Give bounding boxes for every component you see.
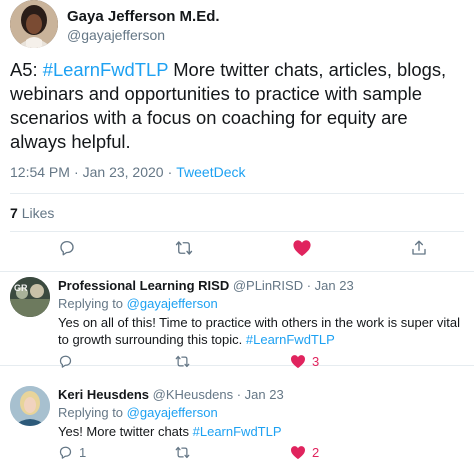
reply-author-handle[interactable]: @KHeusdens <box>153 387 233 402</box>
reply-date[interactable]: Jan 23 <box>315 278 354 293</box>
reply-actions: 1 2 <box>58 445 408 460</box>
hashtag-link[interactable]: #LearnFwdTLP <box>193 424 282 439</box>
tweet-time[interactable]: 12:54 PM <box>10 164 70 180</box>
reply-avatar[interactable] <box>10 386 50 426</box>
author-avatar[interactable] <box>10 0 58 48</box>
reply-icon <box>60 240 74 256</box>
reply-header: Professional Learning RISD @PLinRISD · J… <box>58 278 354 293</box>
reply-tweet[interactable]: GR Professional Learning RISD @PLinRISD … <box>0 272 474 369</box>
author-handle[interactable]: @gayajefferson <box>67 27 165 43</box>
divider <box>10 231 464 232</box>
retweet-icon <box>175 446 190 459</box>
svg-text:GR: GR <box>14 283 28 293</box>
reply-header: Keri Heusdens @KHeusdens · Jan 23 <box>58 387 284 402</box>
heart-icon <box>293 240 311 257</box>
reply-icon <box>59 446 72 459</box>
replying-to: Replying to @gayajefferson <box>58 296 218 311</box>
reply-text-body: Yes! More twitter chats <box>58 424 193 439</box>
tweet-date[interactable]: Jan 23, 2020 <box>83 164 164 180</box>
likes-count: 7 <box>10 205 18 221</box>
like-count: 2 <box>312 445 320 460</box>
reply-button[interactable] <box>58 239 76 257</box>
reply-avatar[interactable]: GR <box>10 277 50 317</box>
tweet-source[interactable]: TweetDeck <box>176 164 245 180</box>
retweet-button[interactable] <box>174 239 194 257</box>
replying-handle[interactable]: @gayajefferson <box>127 296 218 311</box>
tweet-actions <box>58 239 428 257</box>
reply-author-name[interactable]: Keri Heusdens <box>58 387 149 402</box>
reply-button[interactable]: 1 <box>58 445 174 460</box>
header-dot: · <box>233 387 245 402</box>
hashtag-link[interactable]: #LearnFwdTLP <box>246 332 335 347</box>
replying-label: Replying to <box>58 296 124 311</box>
tweet-meta: 12:54 PM · Jan 23, 2020 · TweetDeck <box>10 164 246 180</box>
hashtag-link[interactable]: #LearnFwdTLP <box>43 59 168 80</box>
reply-text: Yes on all of this! Time to practice wit… <box>58 314 464 348</box>
reply-count: 1 <box>79 445 87 460</box>
reply-author-handle[interactable]: @PLinRISD <box>233 278 303 293</box>
divider <box>10 193 464 194</box>
reply-author-name[interactable]: Professional Learning RISD <box>58 278 229 293</box>
reply-text: Yes! More twitter chats #LearnFwdTLP <box>58 423 464 440</box>
tweet-text-prefix: A5: <box>10 59 43 80</box>
share-icon <box>412 240 426 255</box>
main-tweet: Gaya Jefferson M.Ed. @gayajefferson A5: … <box>0 0 474 272</box>
author-name[interactable]: Gaya Jefferson M.Ed. <box>67 8 220 25</box>
header-dot: · <box>303 278 315 293</box>
replying-handle[interactable]: @gayajefferson <box>127 405 218 420</box>
replying-label: Replying to <box>58 405 124 420</box>
replying-to: Replying to @gayajefferson <box>58 405 218 420</box>
heart-icon <box>291 446 305 460</box>
reply-date[interactable]: Jan 23 <box>245 387 284 402</box>
like-button[interactable] <box>292 239 312 257</box>
meta-dot-2: · <box>167 164 173 180</box>
tweet-text: A5: #LearnFwdTLP More twitter chats, art… <box>10 58 466 154</box>
retweet-button[interactable] <box>174 445 290 460</box>
retweet-icon <box>175 241 193 255</box>
likes-label: Likes <box>21 205 55 221</box>
share-button[interactable] <box>410 239 428 257</box>
likes-summary[interactable]: 7 Likes <box>10 205 54 221</box>
reply-tweet[interactable]: Keri Heusdens @KHeusdens · Jan 23 Replyi… <box>0 366 474 476</box>
like-button[interactable]: 2 <box>290 445 406 460</box>
meta-dot-1: · <box>73 164 79 180</box>
